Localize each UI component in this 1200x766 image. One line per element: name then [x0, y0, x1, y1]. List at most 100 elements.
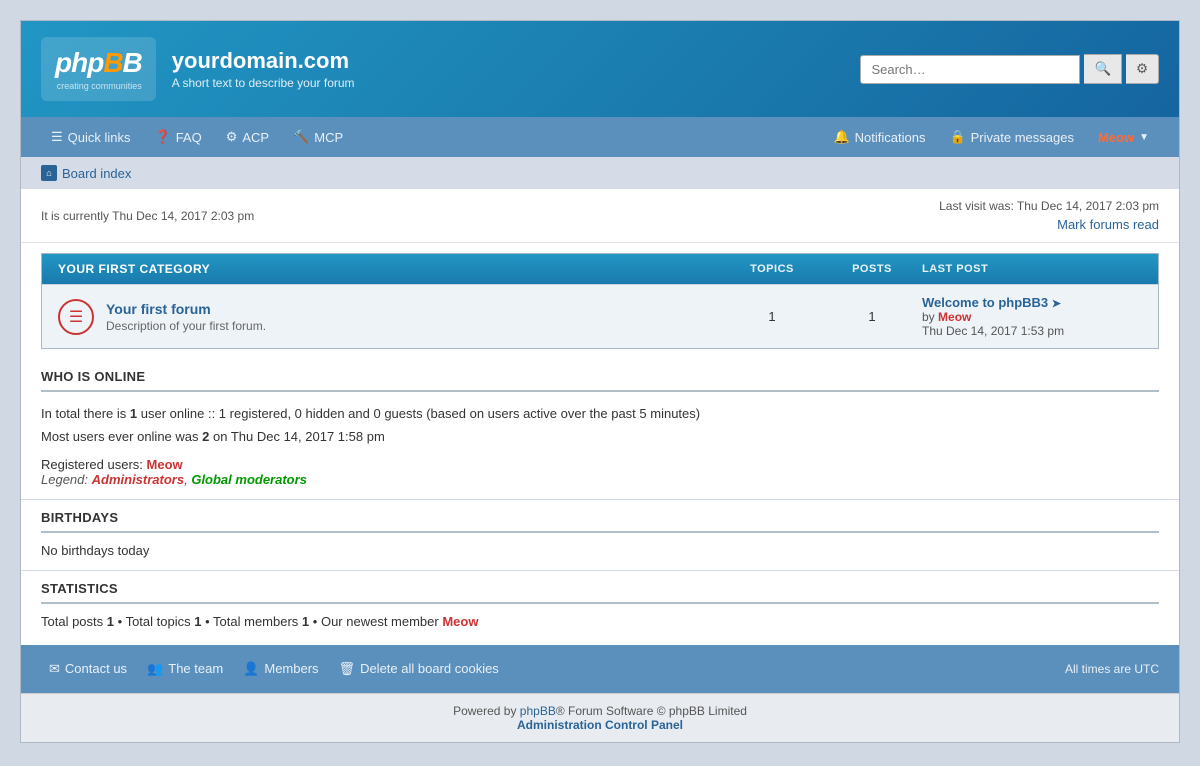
trash-icon: 🗑: [339, 661, 356, 677]
mcp-icon: 🔨: [293, 129, 309, 145]
site-title[interactable]: yourdomain.com: [172, 48, 355, 74]
site-title-area: yourdomain.com A short text to describe …: [172, 48, 355, 90]
delete-cookies-link[interactable]: 🗑 Delete all board cookies: [331, 657, 507, 681]
last-post-title-link[interactable]: Welcome to phpBB3: [922, 295, 1048, 310]
breadcrumb-board-index[interactable]: ⌂ Board index: [41, 165, 131, 181]
contact-icon: ✉: [49, 661, 60, 677]
nav-left: ☰ Quick links ❓ FAQ ⚙ ACP 🔨 MCP: [41, 119, 353, 155]
forum-topics-count: 1: [722, 309, 822, 324]
home-icon: ⌂: [41, 165, 57, 181]
legend-label: Legend:: [41, 472, 88, 487]
contact-us-link[interactable]: ✉ Contact us: [41, 657, 135, 681]
total-topics-label: Total topics: [126, 614, 191, 629]
logo[interactable]: phpBB creating communities: [41, 37, 156, 101]
powered-by-text: Powered by: [453, 704, 516, 718]
delete-cookies-label: Delete all board cookies: [360, 661, 499, 676]
administrators-link[interactable]: Administrators: [92, 472, 184, 487]
total-members-label: Total members: [213, 614, 298, 629]
view-last-post-icon[interactable]: ➤: [1052, 298, 1061, 310]
acp-label: ACP: [242, 130, 269, 145]
topics-column-header: TOPICS: [722, 263, 822, 275]
most-users-count: 2: [202, 429, 209, 444]
forum-table-wrapper: YOUR FIRST CATEGORY TOPICS POSTS LAST PO…: [21, 243, 1179, 359]
mcp-link[interactable]: 🔨 MCP: [283, 119, 353, 155]
newest-member-label: Our newest member: [321, 614, 439, 629]
category-name: YOUR FIRST CATEGORY: [58, 262, 210, 276]
notifications-link[interactable]: 🔔 Notifications: [823, 119, 935, 155]
birthdays-title: BIRTHDAYS: [41, 510, 1159, 533]
private-messages-link[interactable]: 🔒 Private messages: [939, 119, 1084, 155]
footer: ✉ Contact us 👥 The team 👤 Members 🗑 Dele…: [21, 645, 1179, 693]
registered-label: Registered users:: [41, 457, 143, 472]
breadcrumb-label: Board index: [62, 166, 131, 181]
stats-bullet-1: •: [118, 614, 126, 629]
members-link[interactable]: 👤 Members: [235, 657, 326, 681]
dropdown-arrow-icon: ▼: [1139, 132, 1149, 143]
last-post-column-header: LAST POST: [922, 263, 1142, 275]
admin-panel-link[interactable]: Administration Control Panel: [517, 718, 683, 732]
advanced-search-button[interactable]: ⚙: [1126, 54, 1159, 84]
quick-links-menu[interactable]: ☰ Quick links: [41, 119, 141, 155]
faq-label: FAQ: [176, 130, 202, 145]
the-team-label: The team: [168, 661, 223, 676]
forum-section: YOUR FIRST CATEGORY TOPICS POSTS LAST PO…: [41, 253, 1159, 349]
by-label: by: [922, 310, 935, 324]
members-icon: 👤: [243, 661, 259, 677]
acp-link[interactable]: ⚙ ACP: [216, 119, 279, 155]
most-users-suffix: on Thu Dec 14, 2017 1:58 pm: [213, 429, 385, 444]
navbar: ☰ Quick links ❓ FAQ ⚙ ACP 🔨 MCP 🔔 Notifi…: [21, 117, 1179, 157]
nav-right: 🔔 Notifications 🔒 Private messages Meow …: [823, 119, 1159, 155]
last-visit: Last visit was: Thu Dec 14, 2017 2:03 pm: [939, 199, 1159, 213]
search-area: 🔍 ⚙: [860, 54, 1159, 84]
global-moderators-link[interactable]: Global moderators: [191, 472, 307, 487]
last-post-user-link[interactable]: Meow: [938, 310, 971, 324]
site-header: phpBB creating communities yourdomain.co…: [21, 21, 1179, 117]
quick-links-label: Quick links: [68, 130, 131, 145]
envelope-icon: 🔒: [949, 129, 965, 145]
total-topics-count: 1: [194, 614, 201, 629]
in-total-label: In total there is: [41, 406, 126, 421]
registered-user-link[interactable]: Meow: [147, 457, 183, 472]
user-menu[interactable]: Meow ▼: [1088, 120, 1159, 155]
registered-users-line: Registered users: Meow: [41, 457, 1159, 472]
most-users-prefix: Most users ever online was: [41, 429, 199, 444]
forum-icon: ☰: [58, 299, 94, 335]
forum-posts-count: 1: [822, 309, 922, 324]
the-team-link[interactable]: 👥 The team: [139, 657, 231, 681]
online-count: 1: [130, 406, 137, 421]
search-input[interactable]: [860, 55, 1080, 84]
last-post-title[interactable]: Welcome to phpBB3 ➤: [922, 295, 1142, 310]
total-members-count: 1: [302, 614, 309, 629]
online-count-line: In total there is 1 user online :: 1 reg…: [41, 402, 1159, 425]
footer-links: ✉ Contact us 👥 The team 👤 Members 🗑 Dele…: [41, 657, 507, 681]
logo-tagline: creating communities: [55, 81, 142, 91]
powered-by-bar: Powered by phpBB® Forum Software © phpBB…: [21, 693, 1179, 742]
mark-forums-read-link[interactable]: Mark forums read: [1057, 217, 1159, 232]
forum-name-link[interactable]: Your first forum: [106, 301, 211, 317]
logo-text: phpBB: [55, 47, 142, 79]
category-header: YOUR FIRST CATEGORY TOPICS POSTS LAST PO…: [42, 254, 1158, 284]
current-time: It is currently Thu Dec 14, 2017 2:03 pm: [41, 209, 254, 223]
search-button[interactable]: 🔍: [1084, 54, 1122, 84]
logo-area: phpBB creating communities yourdomain.co…: [41, 37, 355, 101]
phpbb-link[interactable]: phpBB: [520, 704, 556, 718]
powered-by-suffix: ® Forum Software © phpBB Limited: [556, 704, 747, 718]
legend-line: Legend: Administrators, Global moderator…: [41, 472, 1159, 487]
contact-us-label: Contact us: [65, 661, 127, 676]
stats-bullet-2: •: [205, 614, 213, 629]
who-is-online-section: WHO IS ONLINE In total there is 1 user o…: [21, 359, 1179, 499]
last-post-time: Thu Dec 14, 2017 1:53 pm: [922, 324, 1142, 338]
who-is-online-title: WHO IS ONLINE: [41, 369, 1159, 392]
acp-icon: ⚙: [226, 129, 238, 145]
most-users-line: Most users ever online was 2 on Thu Dec …: [41, 425, 1159, 448]
last-post-attribution: by Meow: [922, 310, 1142, 324]
online-stats: In total there is 1 user online :: 1 reg…: [41, 402, 1159, 449]
no-birthdays-text: No birthdays today: [41, 543, 1159, 558]
forum-name[interactable]: Your first forum: [106, 301, 722, 317]
menu-icon: ☰: [51, 129, 63, 145]
online-count-detail: user online :: 1 registered, 0 hidden an…: [141, 406, 700, 421]
faq-link[interactable]: ❓ FAQ: [145, 119, 212, 155]
team-icon: 👥: [147, 661, 163, 677]
newest-member-link[interactable]: Meow: [442, 614, 478, 629]
posts-column-header: POSTS: [822, 263, 922, 275]
